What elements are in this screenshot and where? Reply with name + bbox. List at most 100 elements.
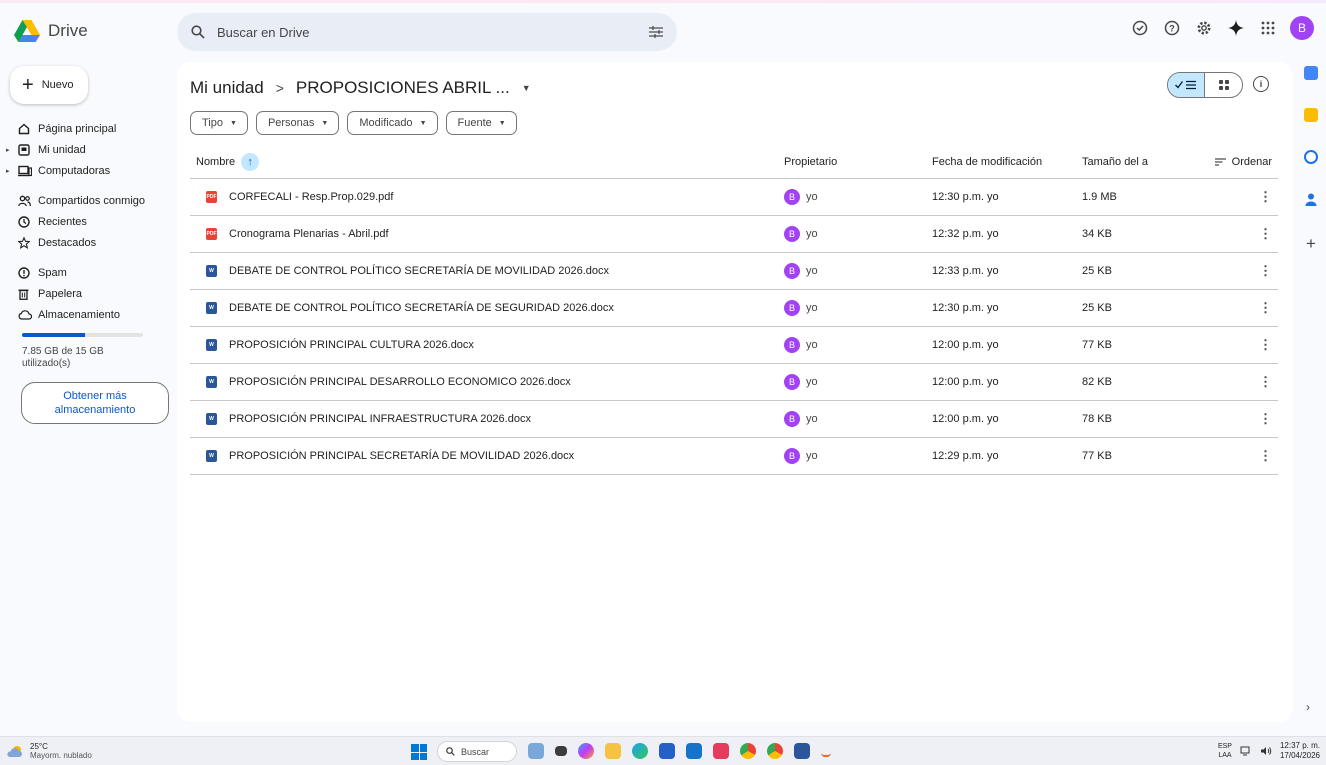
wps-office-icon[interactable] xyxy=(713,743,729,759)
file-name-cell[interactable]: W PROPOSICIÓN PRINCIPAL SECRETARÍA DE MOV… xyxy=(190,450,784,462)
search-input[interactable]: Buscar en Drive xyxy=(217,25,649,40)
column-size[interactable]: Tamaño del a xyxy=(1082,156,1192,168)
details-info-icon[interactable]: i xyxy=(1253,76,1269,92)
tasks-icon[interactable] xyxy=(1304,150,1318,164)
table-row[interactable]: PDF Cronograma Plenarias - Abril.pdf Byo 12… xyxy=(190,216,1278,253)
search-options-icon[interactable] xyxy=(649,26,663,38)
word-app-icon[interactable] xyxy=(794,743,810,759)
new-button[interactable]: + Nuevo xyxy=(10,66,88,104)
system-clock[interactable]: 12:37 p. m. 17/04/2026 xyxy=(1280,741,1320,761)
more-actions-icon[interactable]: ⋮ xyxy=(1259,411,1272,427)
sidebar-item-home[interactable]: Página principal xyxy=(0,118,176,139)
weather-widget[interactable]: 25°C Mayorm. nublado xyxy=(6,742,92,760)
filter-source[interactable]: Fuente ▼ xyxy=(445,111,517,135)
file-name-cell[interactable]: W DEBATE DE CONTROL POLÍTICO SECRETARÍA D… xyxy=(190,302,784,314)
owner-avatar[interactable]: B xyxy=(784,189,800,205)
sidebar-item-computers[interactable]: ▸ Computadoras xyxy=(0,160,176,181)
gemini-sparkle-icon[interactable] xyxy=(1226,18,1246,38)
folder-menu-caret-icon[interactable]: ▼ xyxy=(522,83,531,93)
table-row[interactable]: W PROPOSICIÓN PRINCIPAL SECRETARÍA DE MOV… xyxy=(190,438,1278,475)
owner-avatar[interactable]: B xyxy=(784,300,800,316)
input-language[interactable]: ESP LAA xyxy=(1218,742,1232,760)
more-actions-icon[interactable]: ⋮ xyxy=(1259,337,1272,353)
file-name[interactable]: DEBATE DE CONTROL POLÍTICO SECRETARÍA DE… xyxy=(229,265,609,277)
store-icon[interactable] xyxy=(659,743,675,759)
widgets-app-icon[interactable] xyxy=(528,743,544,759)
table-row[interactable]: PDF CORFECALI - Resp.Prop.029.pdf Byo 12:30… xyxy=(190,179,1278,216)
owner-avatar[interactable]: B xyxy=(784,226,800,242)
column-name[interactable]: Nombre ↑ xyxy=(190,152,784,171)
file-name-cell[interactable]: PDF Cronograma Plenarias - Abril.pdf xyxy=(190,228,784,240)
sidebar-item-recent[interactable]: Recientes xyxy=(0,211,176,232)
file-name[interactable]: PROPOSICIÓN PRINCIPAL CULTURA 2026.docx xyxy=(229,339,474,351)
get-more-storage-button[interactable]: Obtener más almacenamiento xyxy=(21,382,169,424)
breadcrumb-current-folder[interactable]: PROPOSICIONES ABRIL ... xyxy=(296,78,510,98)
file-name[interactable]: Cronograma Plenarias - Abril.pdf xyxy=(229,228,389,240)
volume-icon[interactable] xyxy=(1260,746,1272,756)
sidebar-item-my-drive[interactable]: ▸ Mi unidad xyxy=(0,139,176,160)
chrome-profile-icon[interactable] xyxy=(767,743,783,759)
offline-status-icon[interactable] xyxy=(1130,18,1150,38)
column-owner[interactable]: Propietario xyxy=(784,156,932,168)
owner-avatar[interactable]: B xyxy=(784,337,800,353)
owner-avatar[interactable]: B xyxy=(784,411,800,427)
grid-view-button[interactable] xyxy=(1205,73,1242,97)
table-row[interactable]: W PROPOSICIÓN PRINCIPAL INFRAESTRUCTURA 2… xyxy=(190,401,1278,438)
sidebar-item-trash[interactable]: Papelera xyxy=(0,283,176,304)
search-bar[interactable]: Buscar en Drive xyxy=(177,13,677,51)
edge-browser-icon[interactable] xyxy=(632,743,648,759)
more-actions-icon[interactable]: ⋮ xyxy=(1259,300,1272,316)
sort-button[interactable]: Ordenar xyxy=(1192,156,1278,168)
network-icon[interactable] xyxy=(1240,746,1252,756)
breadcrumb-root[interactable]: Mi unidad xyxy=(190,78,264,98)
more-actions-icon[interactable]: ⋮ xyxy=(1259,374,1272,390)
owner-avatar[interactable]: B xyxy=(784,448,800,464)
file-name-cell[interactable]: PDF CORFECALI - Resp.Prop.029.pdf xyxy=(190,191,784,203)
file-name[interactable]: PROPOSICIÓN PRINCIPAL SECRETARÍA DE MOVI… xyxy=(229,450,574,462)
table-row[interactable]: W PROPOSICIÓN PRINCIPAL CULTURA 2026.docx… xyxy=(190,327,1278,364)
help-icon[interactable]: ? xyxy=(1162,18,1182,38)
owner-avatar[interactable]: B xyxy=(784,263,800,279)
calendar-icon[interactable] xyxy=(1304,66,1318,80)
windows-start-icon[interactable] xyxy=(411,744,427,760)
copilot-icon[interactable] xyxy=(578,743,594,759)
more-actions-icon[interactable]: ⋮ xyxy=(1259,263,1272,279)
get-addons-plus-icon[interactable]: + xyxy=(1301,234,1321,254)
list-view-button[interactable] xyxy=(1168,73,1206,97)
file-name-cell[interactable]: W PROPOSICIÓN PRINCIPAL CULTURA 2026.docx xyxy=(190,339,784,351)
expand-arrow-icon[interactable]: ▸ xyxy=(6,167,16,175)
search-icon[interactable] xyxy=(191,25,205,39)
filter-type[interactable]: Tipo ▼ xyxy=(190,111,248,135)
file-name[interactable]: CORFECALI - Resp.Prop.029.pdf xyxy=(229,191,393,203)
outlook-icon[interactable] xyxy=(686,743,702,759)
expand-arrow-icon[interactable]: ▸ xyxy=(6,146,16,154)
collapse-panel-chevron-icon[interactable]: › xyxy=(1306,700,1310,714)
table-row[interactable]: W PROPOSICIÓN PRINCIPAL DESARROLLO ECONOM… xyxy=(190,364,1278,401)
taskbar-search[interactable]: Buscar xyxy=(437,741,517,762)
sidebar-item-spam[interactable]: Spam xyxy=(0,262,176,283)
sidebar-item-shared[interactable]: Compartidos conmigo xyxy=(0,190,176,211)
file-name[interactable]: PROPOSICIÓN PRINCIPAL DESARROLLO ECONOMI… xyxy=(229,376,571,388)
more-actions-icon[interactable]: ⋮ xyxy=(1259,226,1272,242)
column-modified[interactable]: Fecha de modificación xyxy=(932,156,1082,168)
task-view-icon[interactable] xyxy=(555,746,567,756)
file-name[interactable]: PROPOSICIÓN PRINCIPAL INFRAESTRUCTURA 20… xyxy=(229,413,531,425)
table-row[interactable]: W DEBATE DE CONTROL POLÍTICO SECRETARÍA D… xyxy=(190,253,1278,290)
table-row[interactable]: W DEBATE DE CONTROL POLÍTICO SECRETARÍA D… xyxy=(190,290,1278,327)
file-name-cell[interactable]: W DEBATE DE CONTROL POLÍTICO SECRETARÍA D… xyxy=(190,265,784,277)
contacts-icon[interactable] xyxy=(1304,192,1318,206)
file-name[interactable]: DEBATE DE CONTROL POLÍTICO SECRETARÍA DE… xyxy=(229,302,614,314)
sort-ascending-arrow-icon[interactable]: ↑ xyxy=(241,152,260,171)
overflow-app-icon[interactable] xyxy=(821,749,831,757)
more-actions-icon[interactable]: ⋮ xyxy=(1259,448,1272,464)
sidebar-item-starred[interactable]: Destacados xyxy=(0,232,176,253)
keep-icon[interactable] xyxy=(1304,108,1318,122)
filter-modified[interactable]: Modificado ▼ xyxy=(347,111,438,135)
account-avatar[interactable]: B xyxy=(1290,16,1314,40)
sidebar-item-storage[interactable]: Almacenamiento xyxy=(0,304,176,325)
filter-people[interactable]: Personas ▼ xyxy=(255,111,340,135)
drive-logo[interactable]: Drive xyxy=(14,20,88,42)
file-name-cell[interactable]: W PROPOSICIÓN PRINCIPAL INFRAESTRUCTURA 2… xyxy=(190,413,784,425)
chrome-icon[interactable] xyxy=(740,743,756,759)
owner-avatar[interactable]: B xyxy=(784,374,800,390)
